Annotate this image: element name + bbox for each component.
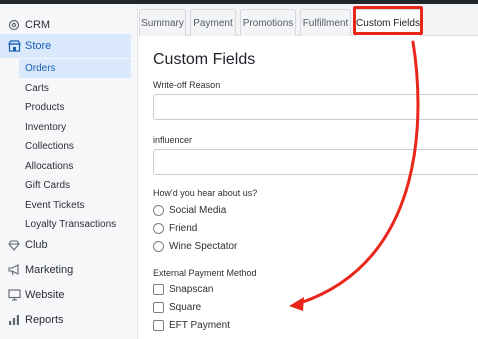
sidebar-item-reports[interactable]: Reports (0, 308, 131, 332)
sidebar-item-label: CRM (25, 19, 51, 31)
radio-button[interactable] (153, 204, 164, 216)
checkbox[interactable] (153, 319, 164, 331)
radio-button[interactable] (153, 222, 164, 234)
checkbox-option-snapscan[interactable]: Snapscan (153, 282, 313, 296)
sidebar-item-marketing[interactable]: Marketing (0, 258, 131, 282)
sidebar-subitem-collections[interactable]: Collections (19, 137, 131, 156)
checkbox-label: Square (169, 301, 202, 313)
radio-option-friend[interactable]: Friend (153, 221, 313, 235)
sidebar-item-website[interactable]: Website (0, 283, 131, 307)
sidebar-subitem-label: Loyalty Transactions (25, 219, 117, 230)
tab-custom-fields[interactable]: Custom Fields (355, 9, 421, 37)
tab-label: Payment (193, 17, 233, 29)
hear-about-us-label: How'd you hear about us? (153, 188, 258, 198)
bar-chart-icon (7, 313, 21, 327)
radio-label: Friend (169, 222, 198, 234)
sidebar-subitem-inventory[interactable]: Inventory (19, 118, 131, 137)
sidebar-subitem-label: Inventory (25, 122, 67, 133)
sidebar-subitem-event-tickets[interactable]: Event Tickets (19, 196, 131, 215)
sidebar-subitem-label: Gift Cards (25, 180, 71, 191)
sidebar-item-label: Website (25, 289, 65, 301)
checkbox[interactable] (153, 301, 164, 313)
checkbox-option-eft-payment[interactable]: EFT Payment (153, 318, 313, 332)
checkbox-label: Snapscan (169, 283, 214, 295)
sidebar-item-label: Club (25, 239, 48, 251)
write-off-reason-input[interactable] (153, 94, 478, 120)
diamond-icon (7, 238, 21, 252)
sidebar-subitem-label: Products (25, 102, 65, 113)
influencer-input[interactable] (153, 149, 478, 175)
sidebar-item-label: Store (25, 40, 52, 52)
radio-label: Wine Spectator (169, 240, 238, 252)
sidebar-subitem-carts[interactable]: Carts (19, 79, 131, 98)
sidebar-subitem-gift-cards[interactable]: Gift Cards (19, 176, 131, 195)
sidebar-item-label: Marketing (25, 264, 74, 276)
checkbox[interactable] (153, 283, 164, 295)
sidebar-subitem-products[interactable]: Products (19, 98, 131, 117)
sidebar-subitem-label: Carts (25, 83, 49, 94)
sidebar-subitem-allocations[interactable]: Allocations (19, 157, 131, 176)
radio-button[interactable] (153, 240, 164, 252)
sidebar-subitem-label: Event Tickets (25, 200, 85, 211)
megaphone-icon (7, 263, 21, 277)
sidebar: CRM Store Orders Carts Products Inventor… (0, 4, 138, 339)
sidebar-subitem-label: Orders (25, 63, 56, 74)
radio-label: Social Media (169, 204, 227, 216)
tab-label: Promotions (242, 17, 294, 29)
sidebar-subitem-label: Collections (25, 141, 74, 152)
store-icon (7, 39, 21, 53)
sidebar-subitem-loyalty-transactions[interactable]: Loyalty Transactions (19, 215, 131, 234)
tab-label: Fulfillment (302, 17, 349, 29)
tab-label: Custom Fields (356, 18, 420, 29)
page-title: Custom Fields (153, 51, 256, 68)
radio-option-social-media[interactable]: Social Media (153, 203, 313, 217)
write-off-reason-label: Write-off Reason (153, 80, 221, 90)
tab-fulfillment[interactable]: Fulfillment (300, 9, 351, 36)
external-payment-method-label: External Payment Method (153, 268, 257, 278)
tab-promotions[interactable]: Promotions (240, 9, 296, 36)
tab-summary[interactable]: Summary (139, 9, 186, 36)
gear-icon (7, 18, 21, 32)
sidebar-item-club[interactable]: Club (0, 233, 131, 257)
sidebar-subitem-orders[interactable]: Orders (19, 59, 131, 78)
radio-option-wine-spectator[interactable]: Wine Spectator (153, 239, 313, 253)
sidebar-subitem-label: Allocations (25, 161, 74, 172)
sidebar-item-label: Reports (25, 314, 64, 326)
tab-payment[interactable]: Payment (190, 9, 236, 36)
checkbox-label: EFT Payment (169, 319, 230, 331)
monitor-icon (7, 288, 21, 302)
sidebar-item-store[interactable]: Store (0, 34, 131, 58)
checkbox-option-square[interactable]: Square (153, 300, 313, 314)
tab-label: Summary (141, 17, 184, 29)
influencer-label: influencer (153, 135, 193, 145)
tab-bar: Summary Payment Promotions Fulfillment C… (139, 4, 478, 37)
